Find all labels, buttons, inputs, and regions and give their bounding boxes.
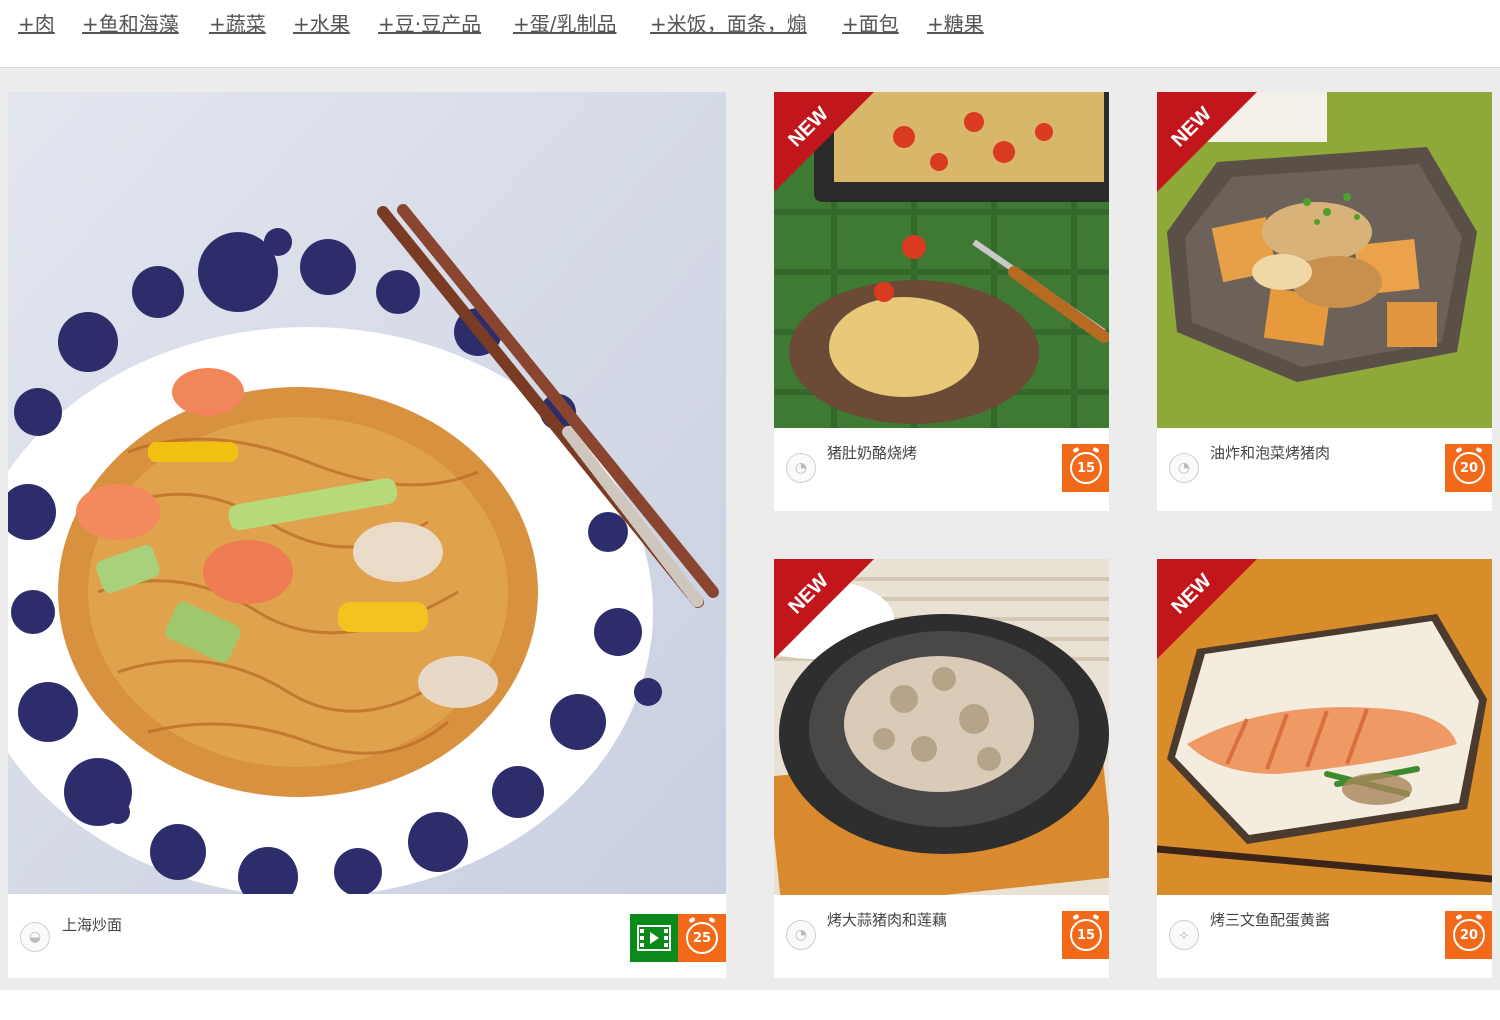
cook-time: 15 bbox=[1070, 919, 1102, 951]
recipe-title: 油炸和泡菜烤猪肉 bbox=[1210, 444, 1331, 462]
recipe-photo bbox=[774, 559, 1109, 895]
recipe-title: 猪肚奶酪烧烤 bbox=[827, 444, 918, 462]
recipe-caption: ◒ 上海炒面 25 bbox=[8, 894, 726, 978]
fish-icon: ⟡ bbox=[1169, 920, 1199, 950]
timer-icon: 20 bbox=[1445, 444, 1492, 492]
recipe-caption: ◔ 猪肚奶酪烧烤 15 bbox=[774, 428, 1109, 511]
meat-icon: ◔ bbox=[786, 920, 816, 950]
meat-icon: ◔ bbox=[1169, 453, 1199, 483]
nav-link-sweets[interactable]: +糖果 bbox=[927, 8, 984, 37]
meat-icon: ◔ bbox=[786, 453, 816, 483]
nav-link-beans[interactable]: +豆·豆产品 bbox=[378, 8, 481, 37]
cook-time: 15 bbox=[1070, 452, 1102, 484]
cook-time: 20 bbox=[1453, 452, 1485, 484]
timer-icon: 15 bbox=[1062, 444, 1109, 492]
nav-link-egg-dairy[interactable]: +蛋/乳制品 bbox=[513, 8, 617, 37]
nav-link-bread[interactable]: +面包 bbox=[842, 8, 899, 37]
video-icon[interactable] bbox=[630, 914, 678, 962]
recipe-photo bbox=[8, 92, 726, 894]
page-footer-spacer bbox=[0, 990, 1500, 1020]
cook-time: 25 bbox=[686, 922, 718, 954]
timer-icon: 15 bbox=[1062, 911, 1109, 959]
recipe-caption: ◔ 烤大蒜猪肉和莲藕 15 bbox=[774, 895, 1109, 978]
recipe-title: 上海炒面 bbox=[62, 916, 123, 934]
nav-link-fruit[interactable]: +水果 bbox=[293, 8, 350, 37]
nav-link-meat[interactable]: +肉 bbox=[18, 8, 55, 37]
recipe-card[interactable]: NEW ◔ 猪肚奶酪烧烤 15 bbox=[774, 92, 1109, 511]
recipe-card[interactable]: NEW ⟡ 烤三文鱼配蛋黄酱 20 bbox=[1157, 559, 1492, 978]
nav-link-fish-seaweed[interactable]: +鱼和海藻 bbox=[82, 8, 179, 37]
timer-icon: 20 bbox=[1445, 911, 1492, 959]
recipe-title: 烤三文鱼配蛋黄酱 bbox=[1210, 911, 1331, 929]
recipe-photo bbox=[774, 92, 1109, 428]
recipe-card[interactable]: NEW ◔ 烤大蒜猪肉和莲藕 15 bbox=[774, 559, 1109, 978]
bowl-icon: ◒ bbox=[20, 922, 50, 952]
recipe-card[interactable]: NEW ◔ 油炸和泡菜烤猪肉 20 bbox=[1157, 92, 1492, 511]
recipe-caption: ◔ 油炸和泡菜烤猪肉 20 bbox=[1157, 428, 1492, 511]
cook-time: 20 bbox=[1453, 919, 1485, 951]
recipe-title: 烤大蒜猪肉和莲藕 bbox=[827, 911, 948, 929]
nav-link-rice-noodles[interactable]: +米饭，面条，煽 bbox=[650, 8, 807, 37]
recipe-caption: ⟡ 烤三文鱼配蛋黄酱 20 bbox=[1157, 895, 1492, 978]
recipe-card-featured[interactable]: ◒ 上海炒面 25 bbox=[8, 92, 726, 978]
recipe-photo bbox=[1157, 559, 1492, 895]
recipe-photo bbox=[1157, 92, 1492, 428]
nav-link-vegetables[interactable]: +蔬菜 bbox=[209, 8, 266, 37]
category-nav: +肉 +鱼和海藻 +蔬菜 +水果 +豆·豆产品 +蛋/乳制品 +米饭，面条，煽 … bbox=[0, 0, 1500, 68]
timer-icon: 25 bbox=[678, 914, 726, 962]
